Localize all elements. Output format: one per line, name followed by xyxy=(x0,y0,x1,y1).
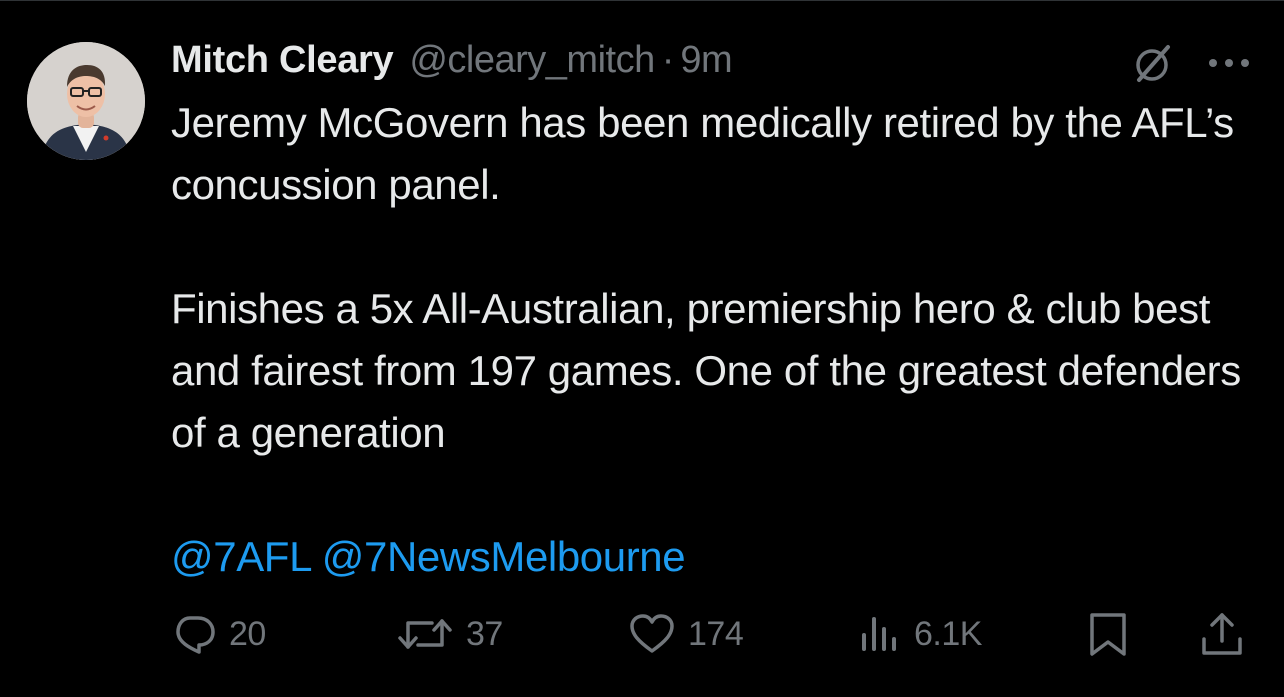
more-icon[interactable] xyxy=(1205,48,1253,78)
tweet-header: Mitch Cleary @cleary_mitch · 9m xyxy=(171,38,733,82)
reply-icon xyxy=(176,616,215,654)
reply-count: 20 xyxy=(229,614,266,653)
tweet-mentions: @7AFL @7NewsMelbourne xyxy=(171,526,1251,588)
repost-button[interactable]: 37 xyxy=(396,608,503,660)
mention-link[interactable]: @7NewsMelbourne xyxy=(322,533,686,580)
action-bar: 20 37 174 6.1K xyxy=(0,608,1284,660)
bookmark-icon xyxy=(1090,613,1126,656)
grok-icon[interactable] xyxy=(1131,42,1175,86)
tweet-paragraph-2: Finishes a 5x All-Australian, premiershi… xyxy=(171,285,1241,456)
avatar-photo xyxy=(27,42,145,160)
author-handle[interactable]: @cleary_mitch xyxy=(409,38,655,82)
views-icon xyxy=(862,617,896,651)
author-name[interactable]: Mitch Cleary xyxy=(171,38,394,82)
like-button[interactable]: 174 xyxy=(628,608,744,660)
like-count: 174 xyxy=(688,614,744,653)
repost-count: 37 xyxy=(466,614,503,653)
repost-icon xyxy=(398,619,452,649)
share-button[interactable] xyxy=(1198,608,1246,660)
top-divider xyxy=(0,0,1284,6)
share-icon xyxy=(1202,613,1242,655)
views-button[interactable]: 6.1K xyxy=(858,608,982,660)
mention-link[interactable]: @7AFL xyxy=(171,533,311,580)
bookmark-button[interactable] xyxy=(1086,608,1130,660)
timestamp[interactable]: 9m xyxy=(680,38,732,82)
views-count: 6.1K xyxy=(914,614,982,653)
tweet-paragraph-1: Jeremy McGovern has been medically retir… xyxy=(171,99,1234,208)
heart-icon xyxy=(630,614,674,653)
author-avatar[interactable] xyxy=(27,42,145,160)
separator-dot: · xyxy=(661,39,675,81)
tweet-text: Jeremy McGovern has been medically retir… xyxy=(171,92,1251,588)
reply-button[interactable]: 20 xyxy=(171,608,266,660)
